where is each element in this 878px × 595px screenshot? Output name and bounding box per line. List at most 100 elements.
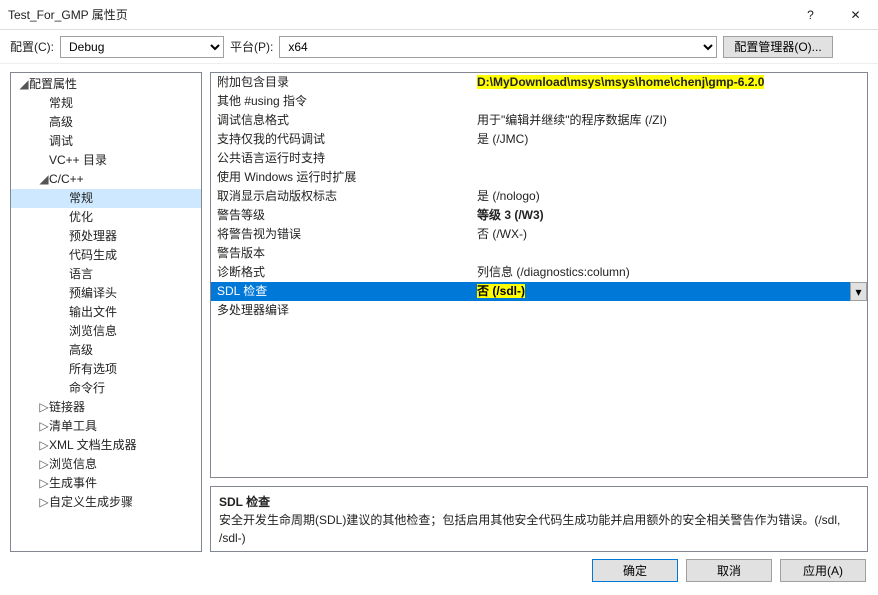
tree-item-label: 常规 xyxy=(49,96,73,110)
tree-arrow-icon: ▷ xyxy=(39,455,49,474)
apply-button[interactable]: 应用(A) xyxy=(780,559,866,582)
property-row[interactable]: 取消显示启动版权标志是 (/nologo) xyxy=(211,187,867,206)
property-name: 取消显示启动版权标志 xyxy=(211,187,471,206)
tree-item[interactable]: ▷XML 文档生成器 xyxy=(11,436,201,455)
tree-item-label: 浏览信息 xyxy=(69,324,117,338)
property-value[interactable]: 等级 3 (/W3) xyxy=(471,206,867,225)
tree-item[interactable]: 高级 xyxy=(11,341,201,360)
tree-item[interactable]: 常规 xyxy=(11,189,201,208)
tree-item[interactable]: ▷链接器 xyxy=(11,398,201,417)
ok-button[interactable]: 确定 xyxy=(592,559,678,582)
tree-item[interactable]: 调试 xyxy=(11,132,201,151)
tree-item[interactable]: 优化 xyxy=(11,208,201,227)
close-button[interactable]: ✕ xyxy=(833,0,878,30)
tree-item-label: 预处理器 xyxy=(69,229,117,243)
tree-item[interactable]: 预编译头 xyxy=(11,284,201,303)
description-body: 安全开发生命周期(SDL)建议的其他检查；包括启用其他安全代码生成功能并启用额外… xyxy=(219,511,859,547)
property-name: 将警告视为错误 xyxy=(211,225,471,244)
tree-item-label: 所有选项 xyxy=(69,362,117,376)
property-value[interactable] xyxy=(471,149,867,168)
tree-item-label: 调试 xyxy=(49,134,73,148)
tree-item-label: 语言 xyxy=(69,267,93,281)
property-row[interactable]: 警告版本 xyxy=(211,244,867,263)
property-row[interactable]: SDL 检查否 (/sdl-) xyxy=(211,282,867,301)
tree-item-label: VC++ 目录 xyxy=(49,153,107,167)
tree-item-label: 输出文件 xyxy=(69,305,117,319)
property-row[interactable]: 诊断格式列信息 (/diagnostics:column) xyxy=(211,263,867,282)
tree-item[interactable]: ▷浏览信息 xyxy=(11,455,201,474)
property-row[interactable]: 多处理器编译 xyxy=(211,301,867,320)
property-name: SDL 检查 xyxy=(211,282,471,301)
property-row[interactable]: 将警告视为错误否 (/WX-) xyxy=(211,225,867,244)
property-name: 公共语言运行时支持 xyxy=(211,149,471,168)
tree-item[interactable]: 高级 xyxy=(11,113,201,132)
tree-item-label: 浏览信息 xyxy=(49,457,97,471)
tree-item-label: 命令行 xyxy=(69,381,105,395)
tree-item[interactable]: 常规 xyxy=(11,94,201,113)
property-row[interactable]: 警告等级等级 3 (/W3) xyxy=(211,206,867,225)
tree-item[interactable]: 输出文件 xyxy=(11,303,201,322)
tree-item[interactable]: 预处理器 xyxy=(11,227,201,246)
tree-item-label: 代码生成 xyxy=(69,248,117,262)
property-name: 调试信息格式 xyxy=(211,111,471,130)
cancel-button[interactable]: 取消 xyxy=(686,559,772,582)
property-row[interactable]: 其他 #using 指令 xyxy=(211,92,867,111)
tree-arrow-icon: ▷ xyxy=(39,398,49,417)
tree-arrow-icon: ▷ xyxy=(39,474,49,493)
property-value[interactable]: 否 (/WX-) xyxy=(471,225,867,244)
tree-item-label: 常规 xyxy=(69,191,93,205)
property-value[interactable] xyxy=(471,301,867,320)
property-value[interactable]: 否 (/sdl-) xyxy=(471,282,867,301)
property-name: 诊断格式 xyxy=(211,263,471,282)
property-row[interactable]: 支持仅我的代码调试是 (/JMC) xyxy=(211,130,867,149)
tree-item-label: 优化 xyxy=(69,210,93,224)
tree-item[interactable]: 代码生成 xyxy=(11,246,201,265)
property-row[interactable]: 附加包含目录D:\MyDownload\msys\msys\home\chenj… xyxy=(211,73,867,92)
property-value[interactable]: 是 (/JMC) xyxy=(471,130,867,149)
property-name: 支持仅我的代码调试 xyxy=(211,130,471,149)
tree-item-label: 生成事件 xyxy=(49,476,97,490)
property-value[interactable]: 是 (/nologo) xyxy=(471,187,867,206)
help-button[interactable]: ? xyxy=(788,0,833,30)
tree-item[interactable]: 语言 xyxy=(11,265,201,284)
nav-tree[interactable]: ◢配置属性常规高级调试VC++ 目录◢C/C++常规优化预处理器代码生成语言预编… xyxy=(10,72,202,552)
dialog-footer: 确定 取消 应用(A) xyxy=(0,552,878,588)
tree-item[interactable]: ▷自定义生成步骤 xyxy=(11,493,201,512)
tree-item-label: 高级 xyxy=(49,115,73,129)
property-value[interactable] xyxy=(471,92,867,111)
tree-item-label: C/C++ xyxy=(49,172,84,186)
property-row[interactable]: 调试信息格式用于"编辑并继续"的程序数据库 (/ZI) xyxy=(211,111,867,130)
config-manager-button[interactable]: 配置管理器(O)... xyxy=(723,36,832,58)
tree-item[interactable]: ▷清单工具 xyxy=(11,417,201,436)
tree-arrow-icon: ◢ xyxy=(39,170,49,189)
tree-item[interactable]: 命令行 xyxy=(11,379,201,398)
tree-item[interactable]: 所有选项 xyxy=(11,360,201,379)
description-panel: SDL 检查 安全开发生命周期(SDL)建议的其他检查；包括启用其他安全代码生成… xyxy=(210,486,868,552)
platform-select[interactable]: x64 xyxy=(279,36,717,58)
config-select[interactable]: Debug xyxy=(60,36,224,58)
property-value[interactable] xyxy=(471,244,867,263)
window-title: Test_For_GMP 属性页 xyxy=(8,6,788,23)
platform-label: 平台(P): xyxy=(230,38,273,55)
chevron-down-icon: ▾ xyxy=(855,285,861,299)
titlebar: Test_For_GMP 属性页 ? ✕ xyxy=(0,0,878,30)
property-value[interactable]: 用于"编辑并继续"的程序数据库 (/ZI) xyxy=(471,111,867,130)
tree-arrow-icon: ▷ xyxy=(39,417,49,436)
tree-item-label: XML 文档生成器 xyxy=(49,438,137,452)
tree-item[interactable]: 浏览信息 xyxy=(11,322,201,341)
dropdown-button[interactable]: ▾ xyxy=(850,282,867,301)
property-value[interactable]: D:\MyDownload\msys\msys\home\chenj\gmp-6… xyxy=(471,73,867,92)
property-row[interactable]: 公共语言运行时支持 xyxy=(211,149,867,168)
tree-item-label: 链接器 xyxy=(49,400,85,414)
tree-item[interactable]: ◢C/C++ xyxy=(11,170,201,189)
property-row[interactable]: 使用 Windows 运行时扩展 xyxy=(211,168,867,187)
tree-item-label: 清单工具 xyxy=(49,419,97,433)
tree-item-label: 配置属性 xyxy=(29,77,77,91)
property-value[interactable]: 列信息 (/diagnostics:column) xyxy=(471,263,867,282)
property-name: 多处理器编译 xyxy=(211,301,471,320)
tree-item[interactable]: VC++ 目录 xyxy=(11,151,201,170)
tree-item[interactable]: ▷生成事件 xyxy=(11,474,201,493)
property-grid[interactable]: 附加包含目录D:\MyDownload\msys\msys\home\chenj… xyxy=(210,72,868,478)
property-value[interactable] xyxy=(471,168,867,187)
tree-item[interactable]: ◢配置属性 xyxy=(11,75,201,94)
